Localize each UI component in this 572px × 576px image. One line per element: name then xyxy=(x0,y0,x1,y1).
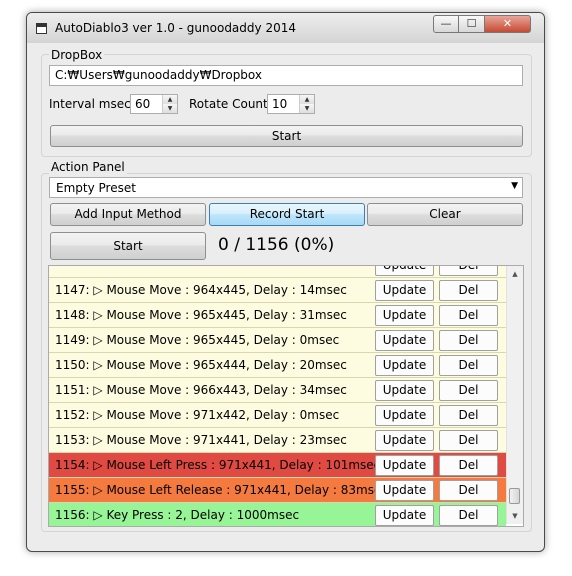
del-button[interactable]: Del xyxy=(439,330,498,351)
scroll-up-icon[interactable]: ▲ xyxy=(507,267,523,281)
row-text: 1150: ▷ Mouse Move : 965x444, Delay : 20… xyxy=(55,358,347,372)
dropbox-path-field[interactable]: C:₩Users₩gunoodaddy₩Dropbox xyxy=(49,65,523,86)
clear-button[interactable]: Clear xyxy=(367,203,523,226)
del-button[interactable]: Del xyxy=(439,505,498,526)
spin-down-icon[interactable]: ▼ xyxy=(163,104,177,113)
app-window: AutoDiablo3 ver 1.0 - gunoodaddy 2014 — … xyxy=(26,12,545,552)
update-button[interactable]: Update xyxy=(375,505,434,526)
del-button[interactable]: Del xyxy=(439,430,498,451)
list-row[interactable]: 1149: ▷ Mouse Move : 965x445, Delay : 0m… xyxy=(49,328,506,353)
list-row[interactable]: Update Del xyxy=(49,266,506,278)
list-row[interactable]: 1156: ▷ Key Press : 2, Delay : 1000msec U… xyxy=(49,503,506,526)
preset-dropdown[interactable]: Empty Preset ▼ xyxy=(49,177,523,198)
row-text: 1156: ▷ Key Press : 2, Delay : 1000msec xyxy=(55,508,300,522)
dropbox-label: DropBox xyxy=(49,48,105,62)
interval-value: 60 xyxy=(135,97,151,111)
update-button[interactable]: Update xyxy=(375,380,434,401)
del-button[interactable]: Del xyxy=(439,266,498,276)
minimize-button[interactable]: — xyxy=(433,15,459,33)
action-list[interactable]: Update Del 1147: ▷ Mouse Move : 964x445, D… xyxy=(48,265,524,527)
del-button[interactable]: Del xyxy=(439,380,498,401)
title-bar[interactable]: AutoDiablo3 ver 1.0 - gunoodaddy 2014 — … xyxy=(27,13,544,43)
dropbox-start-button[interactable]: Start xyxy=(50,125,523,147)
update-button[interactable]: Update xyxy=(375,430,434,451)
close-button[interactable]: ✕ xyxy=(485,15,531,33)
scroll-down-icon[interactable]: ▼ xyxy=(507,509,523,523)
rotate-label: Rotate Count xyxy=(189,97,268,111)
del-button[interactable]: Del xyxy=(439,280,498,301)
interval-spin-arrows[interactable]: ▲ ▼ xyxy=(162,95,177,113)
chevron-down-icon[interactable]: ▼ xyxy=(511,181,518,191)
add-input-method-button[interactable]: Add Input Method xyxy=(50,203,206,226)
row-text: 1151: ▷ Mouse Move : 966x443, Delay : 34… xyxy=(55,383,347,397)
row-text: 1147: ▷ Mouse Move : 964x445, Delay : 14… xyxy=(55,283,347,297)
maximize-button[interactable]: ☐ xyxy=(459,15,485,33)
rotate-spin-arrows[interactable]: ▲ ▼ xyxy=(299,95,314,113)
del-button[interactable]: Del xyxy=(439,405,498,426)
row-text: 1152: ▷ Mouse Move : 971x442, Delay : 0m… xyxy=(55,408,340,422)
update-button[interactable]: Update xyxy=(375,305,434,326)
preset-value: Empty Preset xyxy=(56,181,136,195)
update-button[interactable]: Update xyxy=(375,480,434,501)
update-button[interactable]: Update xyxy=(375,355,434,376)
update-button[interactable]: Update xyxy=(375,405,434,426)
rotate-spinbox[interactable]: 10 ▲ ▼ xyxy=(267,94,315,114)
update-button[interactable]: Update xyxy=(375,266,434,276)
del-button[interactable]: Del xyxy=(439,455,498,476)
spin-up-icon[interactable]: ▲ xyxy=(300,95,314,104)
row-text: 1155: ▷ Mouse Left Release : 971x441, De… xyxy=(55,483,388,497)
update-button[interactable]: Update xyxy=(375,280,434,301)
rotate-value: 10 xyxy=(272,97,288,111)
list-row[interactable]: 1153: ▷ Mouse Move : 971x441, Delay : 23… xyxy=(49,428,506,453)
list-row[interactable]: 1155: ▷ Mouse Left Release : 971x441, De… xyxy=(49,478,506,503)
interval-spinbox[interactable]: 60 ▲ ▼ xyxy=(130,94,178,114)
row-text: 1149: ▷ Mouse Move : 965x445, Delay : 0m… xyxy=(55,333,340,347)
record-start-button[interactable]: Record Start xyxy=(209,203,365,226)
row-text: 1148: ▷ Mouse Move : 965x445, Delay : 31… xyxy=(55,308,347,322)
spin-down-icon[interactable]: ▼ xyxy=(300,104,314,113)
update-button[interactable]: Update xyxy=(375,455,434,476)
update-button[interactable]: Update xyxy=(375,330,434,351)
list-scrollbar[interactable]: ▲ ▼ xyxy=(506,266,523,524)
list-row[interactable]: 1150: ▷ Mouse Move : 965x444, Delay : 20… xyxy=(49,353,506,378)
list-row[interactable]: 1151: ▷ Mouse Move : 966x443, Delay : 34… xyxy=(49,378,506,403)
del-button[interactable]: Del xyxy=(439,480,498,501)
list-row[interactable]: 1154: ▷ Mouse Left Press : 971x441, Dela… xyxy=(49,453,506,478)
list-row[interactable]: 1152: ▷ Mouse Move : 971x442, Delay : 0m… xyxy=(49,403,506,428)
scroll-thumb[interactable] xyxy=(509,488,520,504)
interval-label: Interval msec xyxy=(49,97,131,111)
window-title: AutoDiablo3 ver 1.0 - gunoodaddy 2014 xyxy=(55,21,296,35)
row-text: 1153: ▷ Mouse Move : 971x441, Delay : 23… xyxy=(55,433,347,447)
action-start-button[interactable]: Start xyxy=(50,232,206,260)
app-icon xyxy=(36,23,47,34)
row-text: 1154: ▷ Mouse Left Press : 971x441, Dela… xyxy=(55,458,381,472)
spin-up-icon[interactable]: ▲ xyxy=(163,95,177,104)
list-row[interactable]: 1147: ▷ Mouse Move : 964x445, Delay : 14… xyxy=(49,278,506,303)
progress-text: 0 / 1156 (0%) xyxy=(218,235,335,255)
action-panel-label: Action Panel xyxy=(49,160,127,174)
del-button[interactable]: Del xyxy=(439,305,498,326)
list-row[interactable]: 1148: ▷ Mouse Move : 965x445, Delay : 31… xyxy=(49,303,506,328)
del-button[interactable]: Del xyxy=(439,355,498,376)
